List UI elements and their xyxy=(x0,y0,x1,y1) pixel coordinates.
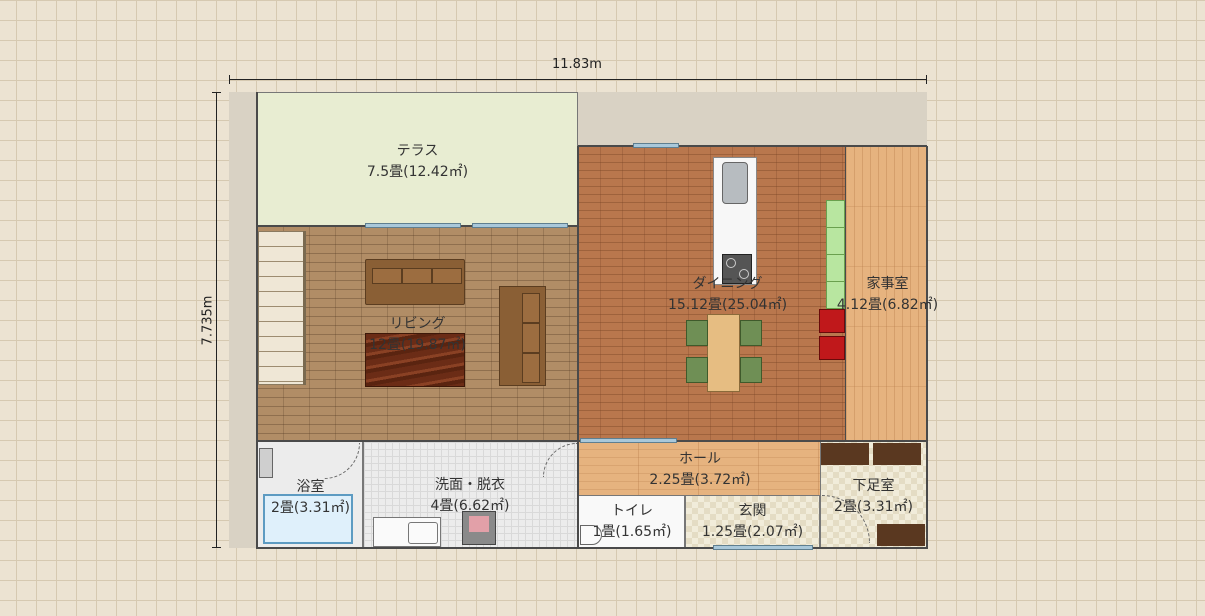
width-dimension-label: 11.83m xyxy=(552,57,602,72)
utility-label: 家事室 4.12畳(6.82㎡) xyxy=(825,274,950,316)
shower-icon xyxy=(259,448,273,478)
height-dimension-tick-top xyxy=(212,92,221,93)
window xyxy=(713,545,813,550)
bath-label: 浴室 2畳(3.31㎡) xyxy=(258,477,363,519)
vanity-icon xyxy=(373,517,441,547)
room-name: ホール xyxy=(679,451,721,467)
stairs-rail xyxy=(303,231,306,385)
room-name: 下足室 xyxy=(852,478,895,494)
chair-icon xyxy=(740,320,762,346)
room-name: 家事室 xyxy=(866,276,909,292)
room-name: 玄関 xyxy=(738,503,767,519)
dining-label: ダイニング 15.12畳(25.04㎡) xyxy=(655,274,800,316)
room-area: 2.25畳(3.72㎡) xyxy=(649,472,751,488)
room-area: 4畳(6.62㎡) xyxy=(430,498,510,514)
room-area: 4.12畳(6.82㎡) xyxy=(836,297,939,313)
chair-icon xyxy=(686,357,708,383)
slippers-icon xyxy=(821,443,869,465)
height-dimension-tick-bottom xyxy=(212,547,221,548)
sofa-icon xyxy=(365,259,465,305)
width-dimension-tick-right xyxy=(926,75,927,84)
toilet-label: トイレ 1畳(1.65㎡) xyxy=(580,501,684,543)
room-area: 1畳(1.65㎡) xyxy=(592,524,672,540)
room-name: 浴室 xyxy=(296,479,325,495)
window xyxy=(580,438,677,443)
room-name: リビング xyxy=(389,316,446,332)
stairs-icon xyxy=(258,231,306,385)
entrance-label: 玄関 1.25畳(2.07㎡) xyxy=(690,501,815,543)
sink-icon xyxy=(722,162,748,204)
top-eave xyxy=(578,92,927,146)
washroom-label: 洗面・脱衣 4畳(6.62㎡) xyxy=(405,475,535,517)
red-chair-icon xyxy=(819,336,845,360)
window xyxy=(633,143,679,148)
window xyxy=(472,223,568,228)
room-area: 7.5畳(12.42㎡) xyxy=(366,164,469,180)
sofa-side-icon xyxy=(499,286,546,386)
height-dimension-label: 7.735m xyxy=(200,295,216,346)
room-name: トイレ xyxy=(611,503,653,519)
chair-icon xyxy=(686,320,708,346)
height-dimension-line xyxy=(216,92,217,548)
slippers-icon xyxy=(877,524,925,546)
width-dimension-line xyxy=(229,79,927,80)
wall-dining-top xyxy=(578,145,927,147)
hall-label: ホール 2.25畳(3.72㎡) xyxy=(630,449,770,491)
window xyxy=(365,223,461,228)
room-name: テラス xyxy=(396,143,439,159)
living-label: リビング 12畳(19.87㎡) xyxy=(350,314,485,356)
room-name: 洗面・脱衣 xyxy=(435,477,505,493)
room-area: 1.25畳(2.07㎡) xyxy=(701,524,804,540)
room-area: 2畳(3.31㎡) xyxy=(270,500,350,516)
width-dimension-tick-left xyxy=(229,75,230,84)
slippers-icon xyxy=(873,443,921,465)
chair-icon xyxy=(740,357,762,383)
shoe-room-label: 下足室 2畳(3.31㎡) xyxy=(820,476,927,518)
room-area: 12畳(19.87㎡) xyxy=(369,337,466,353)
terrace-label: テラス 7.5畳(12.42㎡) xyxy=(350,141,485,183)
left-eave xyxy=(229,92,257,548)
wall-outer-bottom xyxy=(256,547,928,549)
wall-living-right xyxy=(577,146,579,548)
room-area: 2畳(3.31㎡) xyxy=(833,499,913,515)
room-area: 15.12畳(25.04㎡) xyxy=(667,297,788,313)
dining-table-icon xyxy=(707,314,740,392)
room-name: ダイニング xyxy=(692,276,763,292)
